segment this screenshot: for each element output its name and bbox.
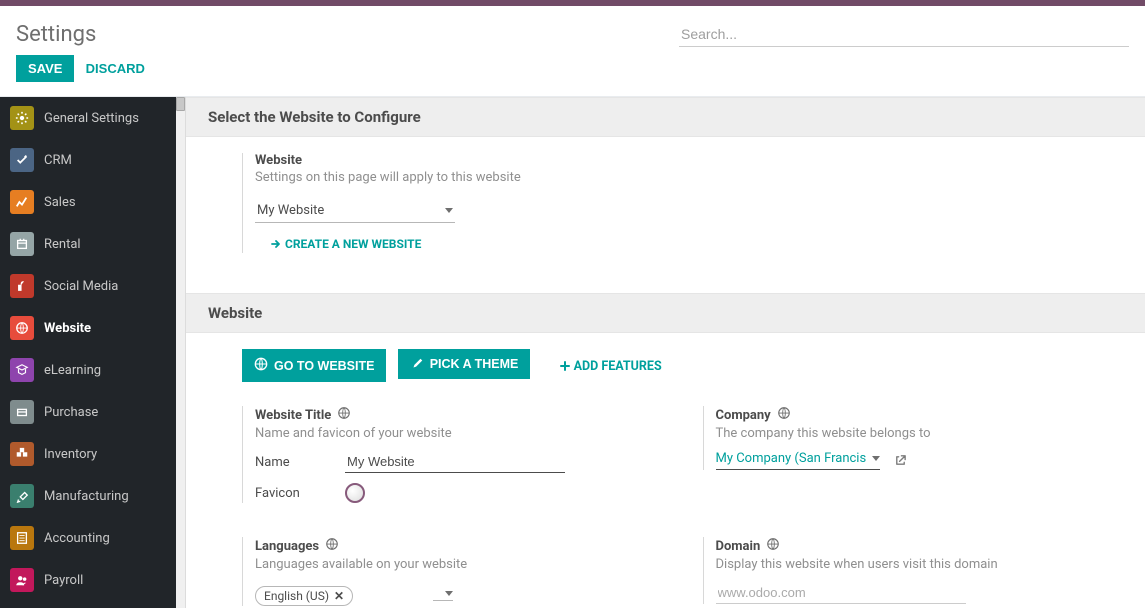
sidebar-item-label: Payroll (44, 573, 83, 588)
sidebar-item-label: General Settings (44, 111, 139, 126)
favicon-preview[interactable] (345, 483, 365, 503)
rental-icon (10, 232, 34, 256)
settings-content: Select the Website to Configure Website … (186, 97, 1145, 608)
website-title-label: Website Title (255, 408, 331, 423)
settings-sidebar: General Settings CRM Sales Rental Social Med… (0, 97, 176, 608)
section-website-header: Website (186, 293, 1145, 333)
section-select-website-header: Select the Website to Configure (186, 97, 1145, 137)
sidebar-item-purchase[interactable]: Purchase (0, 391, 176, 433)
arrow-right-icon (271, 239, 281, 249)
sidebar-item-rental[interactable]: Rental (0, 223, 176, 265)
action-bar: SAVE DISCARD (0, 51, 1145, 96)
chevron-down-icon (445, 591, 453, 596)
discard-button[interactable]: DISCARD (86, 61, 145, 76)
languages-block: Languages Languages available on your we… (242, 537, 663, 606)
search-container (679, 22, 1129, 47)
website-selector-desc: Settings on this page will apply to this… (255, 170, 1123, 185)
sidebar-item-label: Rental (44, 237, 81, 252)
globe-icon (766, 537, 780, 555)
sidebar-item-project[interactable]: Project (0, 601, 176, 608)
purchase-icon (10, 400, 34, 424)
sidebar-item-general-settings[interactable]: General Settings (0, 97, 176, 139)
language-tag[interactable]: English (US) ✕ (255, 586, 353, 606)
company-desc: The company this website belongs to (716, 426, 1124, 441)
company-select-value: My Company (San Francis (716, 451, 867, 466)
create-website-link[interactable]: CREATE A NEW WEBSITE (271, 237, 421, 251)
search-input[interactable] (679, 22, 1129, 47)
payroll-icon (10, 568, 34, 592)
sidebar-item-manufacturing[interactable]: Manufacturing (0, 475, 176, 517)
sidebar-item-crm[interactable]: CRM (0, 139, 176, 181)
website-selector-title: Website (255, 153, 1123, 168)
languages-desc: Languages available on your website (255, 557, 663, 572)
manufacturing-icon (10, 484, 34, 508)
sidebar-item-website[interactable]: Website (0, 307, 176, 349)
go-to-website-button[interactable]: GO TO WEBSITE (242, 349, 386, 382)
remove-tag-icon[interactable]: ✕ (334, 589, 344, 603)
languages-title-label: Languages (255, 539, 319, 554)
sidebar-item-social-media[interactable]: Social Media (0, 265, 176, 307)
add-features-label: ADD FEATURES (574, 359, 662, 374)
add-features-link[interactable]: ADD FEATURES (560, 359, 662, 374)
chevron-down-icon (872, 456, 880, 461)
domain-title-label: Domain (716, 539, 761, 554)
website-name-input[interactable] (345, 451, 565, 473)
save-button[interactable]: SAVE (16, 55, 74, 82)
accounting-icon (10, 526, 34, 550)
social-media-icon (10, 274, 34, 298)
go-to-website-label: GO TO WEBSITE (274, 359, 374, 373)
sidebar-item-label: Sales (44, 195, 76, 210)
sidebar-item-label: Social Media (44, 279, 118, 294)
language-tag-label: English (US) (264, 589, 329, 603)
favicon-label: Favicon (255, 486, 345, 501)
sidebar-item-accounting[interactable]: Accounting (0, 517, 176, 559)
sidebar-item-label: CRM (44, 153, 72, 168)
globe-icon (777, 406, 791, 424)
sidebar-item-label: eLearning (44, 363, 101, 378)
external-link-icon[interactable] (894, 454, 907, 467)
page-header: Settings (0, 6, 1145, 51)
sidebar-item-label: Inventory (44, 447, 97, 462)
domain-block: Domain Display this website when users v… (703, 537, 1124, 604)
page-title: Settings (16, 22, 96, 47)
pick-theme-label: PICK A THEME (430, 357, 519, 371)
sidebar-scrollbar[interactable] (176, 97, 186, 608)
company-title-label: Company (716, 408, 771, 423)
plus-icon (560, 361, 570, 371)
website-title-block: Website Title Name and favicon of your w… (242, 406, 663, 503)
language-dropdown[interactable] (433, 591, 453, 601)
crm-icon (10, 148, 34, 172)
sidebar-item-label: Purchase (44, 405, 98, 420)
brush-icon (410, 357, 424, 371)
name-label: Name (255, 455, 345, 470)
website-selector-block: Website Settings on this page will apply… (242, 153, 1123, 253)
globe-icon (325, 537, 339, 555)
sidebar-item-sales[interactable]: Sales (0, 181, 176, 223)
sales-icon (10, 190, 34, 214)
company-select[interactable]: My Company (San Francis (716, 451, 881, 470)
inventory-icon (10, 442, 34, 466)
website-select-value: My Website (257, 203, 324, 218)
website-select[interactable]: My Website (255, 199, 455, 223)
globe-icon (254, 357, 268, 374)
website-icon (10, 316, 34, 340)
sidebar-item-elearning[interactable]: eLearning (0, 349, 176, 391)
domain-input[interactable] (716, 582, 966, 604)
website-title-desc: Name and favicon of your website (255, 426, 663, 441)
sidebar-item-inventory[interactable]: Inventory (0, 433, 176, 475)
globe-icon (337, 406, 351, 424)
sidebar-item-label: Website (44, 321, 91, 336)
chevron-down-icon (445, 208, 453, 213)
company-block: Company The company this website belongs… (703, 406, 1124, 470)
create-website-label: CREATE A NEW WEBSITE (285, 237, 421, 251)
sidebar-item-label: Manufacturing (44, 489, 129, 504)
sidebar-item-label: Accounting (44, 531, 110, 546)
general-settings-icon (10, 106, 34, 130)
sidebar-item-payroll[interactable]: Payroll (0, 559, 176, 601)
pick-theme-button[interactable]: PICK A THEME (398, 349, 531, 379)
elearning-icon (10, 358, 34, 382)
domain-desc: Display this website when users visit th… (716, 557, 1124, 572)
